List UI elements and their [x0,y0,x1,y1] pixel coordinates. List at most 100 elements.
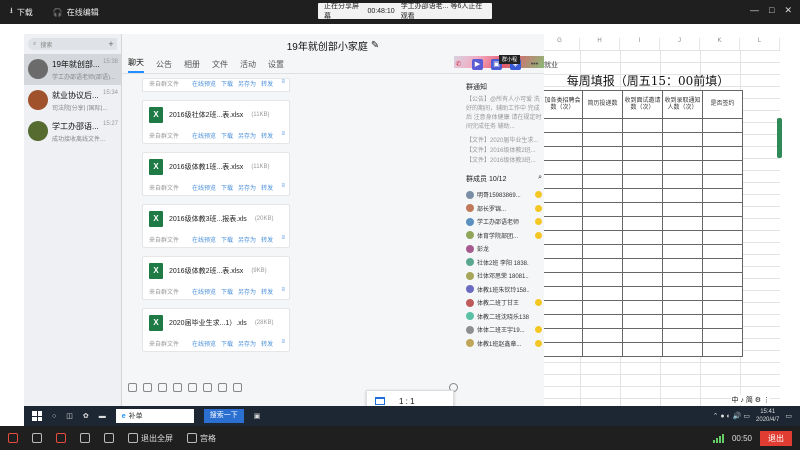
member-item[interactable]: 体育学院部团... [464,229,544,243]
member-item[interactable]: 社体邓思荣 18081... [464,269,544,283]
table-cell[interactable] [662,328,703,343]
table-cell[interactable] [582,174,623,189]
table-cell[interactable] [542,328,583,343]
member-item[interactable]: 彭龙 [464,242,544,256]
member-item[interactable]: 明哥15983869... [464,188,544,202]
column-header[interactable]: J [660,38,700,50]
member-item[interactable]: 体教二班丁甘王 [464,296,544,310]
member-item[interactable]: 社体2班 李阳 1838... [464,256,544,270]
notice-text[interactable]: 【公告】@所有人小可爱 洗好的期间，辅助工作中 完成后 注意身体健康 请在规定时… [464,96,544,132]
table-cell[interactable] [582,244,623,259]
search-icon[interactable]: ○ [52,413,56,420]
table-cell[interactable] [542,160,583,175]
table-cell[interactable] [622,146,663,161]
table-cell[interactable] [662,244,703,259]
table-cell[interactable] [622,118,663,133]
tab-2[interactable]: 公告 [156,59,172,70]
file-action[interactable]: 下载 [221,235,233,244]
file-action[interactable]: 转发 [261,287,273,296]
table-cell[interactable] [702,216,743,231]
table-cell[interactable] [662,202,703,217]
image-icon[interactable] [188,382,197,392]
table-cell[interactable] [542,300,583,315]
group-file-link[interactable]: 【文件】2016级体教3班... [464,156,544,166]
members-search-icon[interactable]: ⌕ [538,174,542,184]
table-cell[interactable] [622,216,663,231]
app2-icon[interactable]: ▣ [254,412,261,420]
tab-3[interactable]: 相册 [184,59,200,70]
table-cell[interactable] [702,160,743,175]
table-cell[interactable] [542,118,583,133]
edit-icon[interactable]: ✎ [371,40,379,51]
member-item[interactable]: 体教二班沈晓乐138... [464,310,544,324]
file-action[interactable]: 在线预览 [192,339,216,348]
table-cell[interactable] [662,314,703,329]
file-action[interactable]: 转发 [261,131,273,140]
menu-icon[interactable]: ≡ [281,287,285,296]
file-action[interactable]: 另存为 [238,183,256,192]
tab-6[interactable]: 设置 [268,59,284,70]
windows-start-icon[interactable] [32,411,42,421]
table-cell[interactable] [662,160,703,175]
table-cell[interactable] [662,300,703,315]
file-action[interactable]: 在线预览 [192,131,216,140]
table-cell[interactable] [542,174,583,189]
camera-off-icon[interactable] [56,433,66,443]
member-item[interactable]: 学工办邵语老师 [464,215,544,229]
table-cell[interactable] [702,230,743,245]
sheet-scrollbar[interactable] [777,118,782,158]
table-cell[interactable] [582,314,623,329]
file-action[interactable]: 另存为 [238,79,256,88]
table-cell[interactable] [542,258,583,273]
file-action[interactable]: 在线预览 [192,235,216,244]
file-action[interactable]: 转发 [261,79,273,88]
table-cell[interactable] [542,146,583,161]
file-action[interactable]: 在线预览 [192,183,216,192]
conversation-item[interactable]: 就业协议后... 司法院[分享] [国际]... 15:34 [24,85,121,116]
table-cell[interactable] [542,244,583,259]
file-action[interactable]: 下载 [221,131,233,140]
file-action[interactable]: 下载 [221,339,233,348]
table-cell[interactable] [622,174,663,189]
file-action[interactable]: 下载 [221,183,233,192]
table-cell[interactable] [702,118,743,133]
table-cell[interactable] [702,258,743,273]
table-cell[interactable] [542,342,583,357]
table-cell[interactable] [662,146,703,161]
table-cell[interactable] [542,216,583,231]
menu-icon[interactable]: ≡ [281,79,285,88]
table-cell[interactable] [702,202,743,217]
table-cell[interactable] [622,286,663,301]
tab-4[interactable]: 文件 [212,59,228,70]
tab-5[interactable]: 活动 [240,59,256,70]
file-action[interactable]: 在线预览 [192,287,216,296]
close-icon[interactable]: ✕ [784,5,792,16]
table-cell[interactable] [702,314,743,329]
download-button[interactable]: ⭳ 下载 [0,0,43,24]
contact-search[interactable]: ⌕ 搜索 [28,38,117,50]
search-task[interactable]: 搜索一下 [203,409,244,423]
column-header[interactable]: G [540,38,580,50]
table-cell[interactable] [622,328,663,343]
table-cell[interactable] [622,160,663,175]
member-item[interactable]: 体教1班赵鑫章... [464,337,544,351]
tab-1[interactable]: 聊天 [128,57,144,73]
tray-icons[interactable]: ⌃ ● ◐ 🔊 ▭ [713,412,750,420]
file-action[interactable]: 转发 [261,339,273,348]
menu-icon[interactable]: ≡ [281,183,285,192]
file-card[interactable]: X 2016级体教3班...报表.xls (20KB) 来自群文件 在线预览 下载 另存为转… [142,204,290,248]
table-cell[interactable] [702,300,743,315]
table-cell[interactable] [582,258,623,273]
file-card[interactable]: X 2016级社体2班...表.xlsx (11KB) 来自群文件 在线预览 下载 另存为转… [142,100,290,144]
group-file-link[interactable]: 【文件】2020届毕业生求... [464,136,544,146]
file-action[interactable]: 另存为 [238,287,256,296]
member-item[interactable]: 体教1班朱钦玲158... [464,283,544,297]
speaker-icon[interactable] [32,433,42,443]
more-tools-icon[interactable] [233,382,242,392]
table-cell[interactable] [662,118,703,133]
member-item[interactable]: 部长罗锦... [464,202,544,216]
table-cell[interactable] [582,286,623,301]
column-header[interactable]: K [700,38,740,50]
members-icon[interactable] [80,433,90,443]
table-cell[interactable] [702,188,743,203]
